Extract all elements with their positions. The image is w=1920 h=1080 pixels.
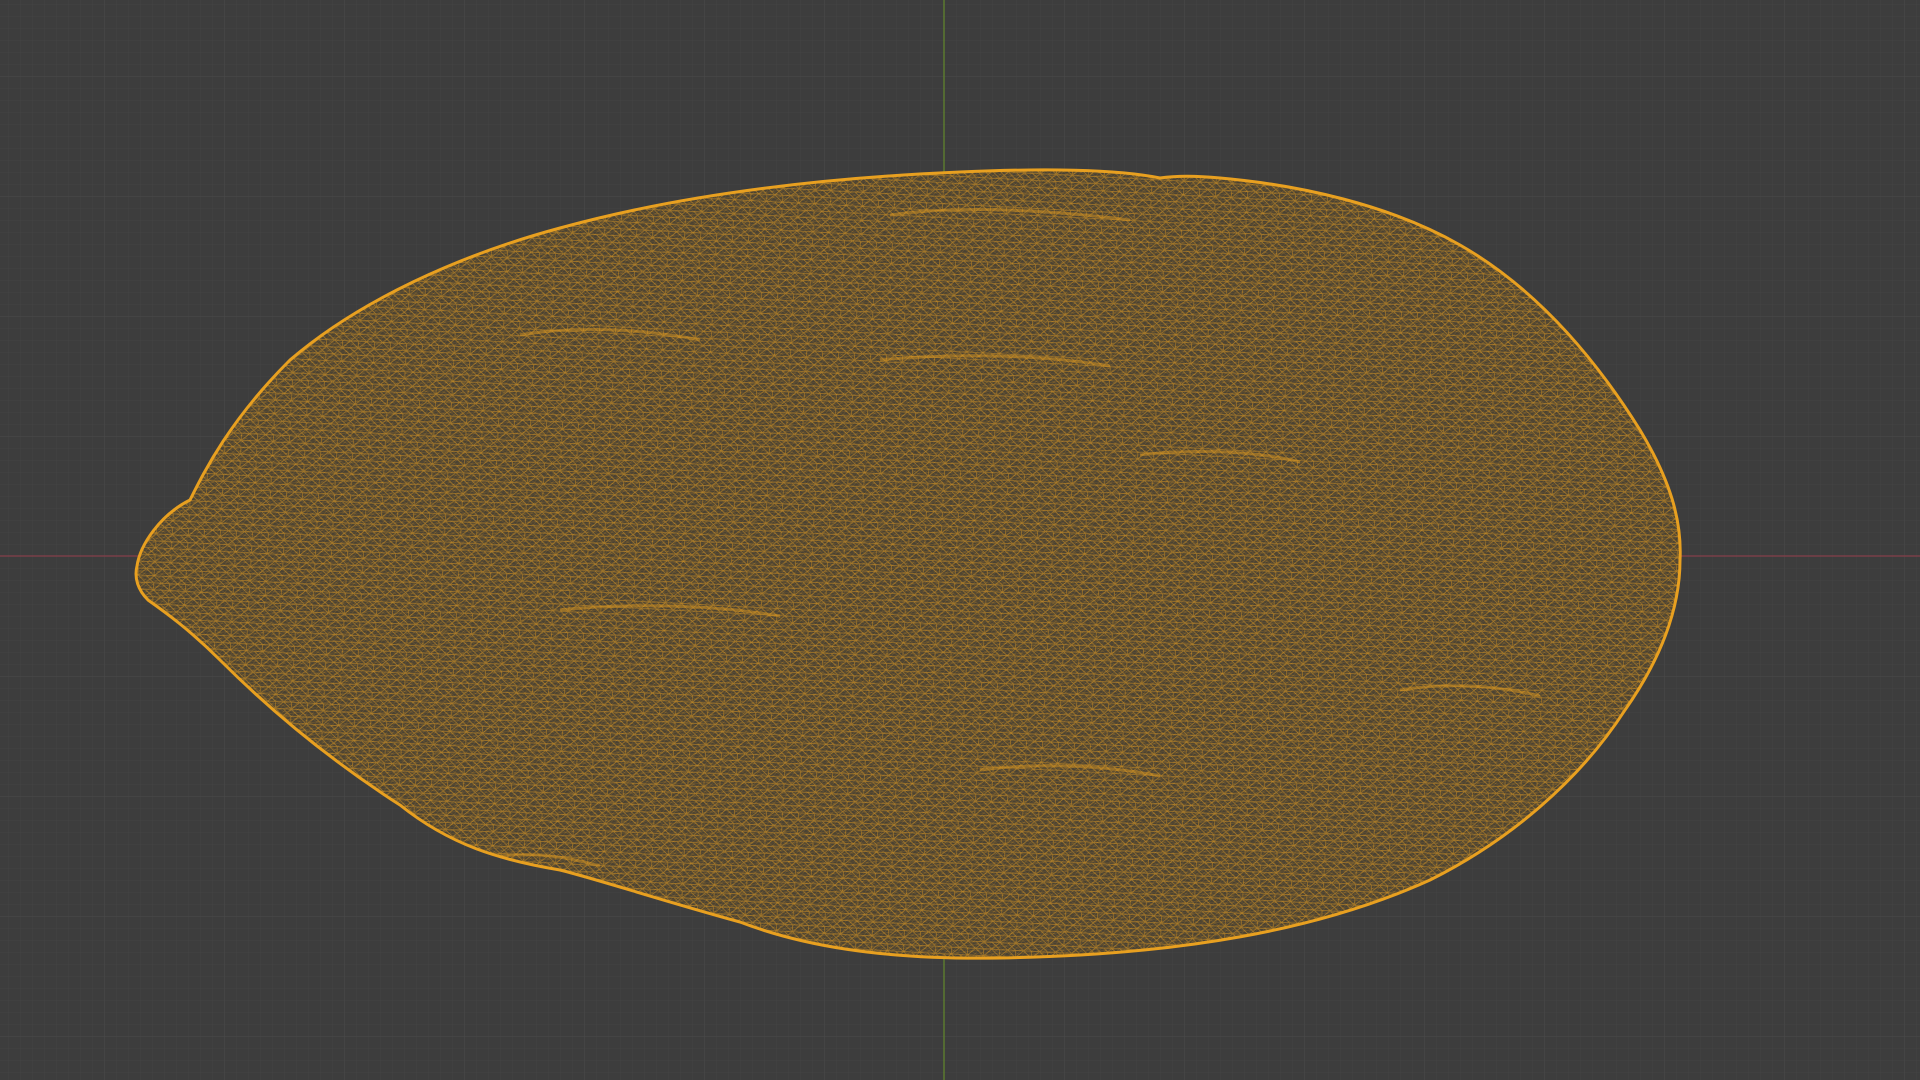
3d-viewport[interactable] [0,0,1920,1080]
viewport-canvas[interactable] [0,0,1920,1080]
